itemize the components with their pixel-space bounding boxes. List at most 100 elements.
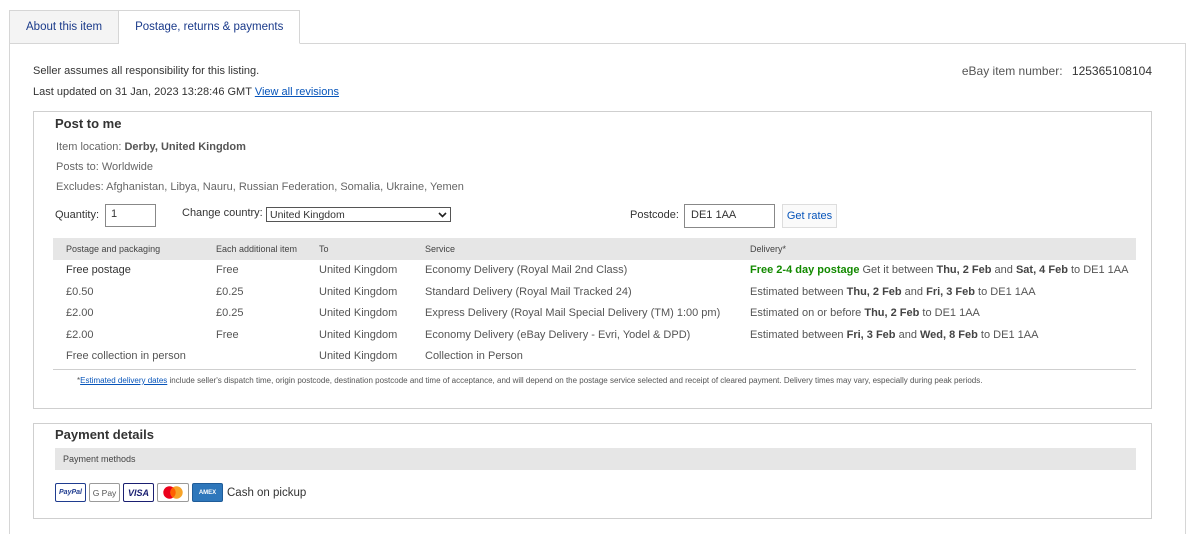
cell-additional: Free bbox=[216, 328, 239, 341]
cell-delivery: Estimated between Fri, 3 Feb and Wed, 8 … bbox=[750, 329, 1038, 341]
cell-service: Economy Delivery (Royal Mail 2nd Class) bbox=[425, 264, 628, 276]
visa-icon: VISA bbox=[123, 483, 154, 502]
item-location-label: Item location: bbox=[56, 141, 122, 153]
post-to-me-title: Post to me bbox=[55, 116, 122, 131]
delivery-date-start: Thu, 2 Feb bbox=[864, 307, 920, 319]
cell-to: United Kingdom bbox=[319, 307, 398, 319]
cell-service: Collection in Person bbox=[425, 350, 523, 362]
cell-service: Economy Delivery (eBay Delivery - Evri, … bbox=[425, 328, 691, 341]
tab-postage-returns-payments[interactable]: Postage, returns & payments bbox=[119, 10, 301, 44]
item-location-value: Derby, United Kingdom bbox=[124, 141, 246, 153]
postage-table: Postage and packaging Each additional it… bbox=[53, 238, 1136, 370]
country-select-value: United Kingdom bbox=[270, 208, 345, 221]
excludes-value: Afghanistan, Libya, Nauru, Russian Feder… bbox=[106, 181, 464, 193]
tab-about-this-item[interactable]: About this item bbox=[9, 10, 120, 44]
cell-cost: Free postage bbox=[66, 264, 131, 276]
delivery-text: to DE1 1AA bbox=[1067, 264, 1129, 276]
item-location: Item location: Derby, United Kingdom bbox=[56, 141, 246, 153]
delivery-text: Estimated between bbox=[750, 285, 847, 298]
delivery-date-start: Fri, 3 Feb bbox=[846, 328, 896, 341]
chevron-down-icon bbox=[438, 211, 447, 218]
postage-table-header: Postage and packaging Each additional it… bbox=[53, 238, 1136, 260]
cell-cost: £2.00 bbox=[66, 307, 94, 319]
header-to: To bbox=[319, 244, 329, 254]
delivery-text: Get it between bbox=[859, 264, 937, 276]
payment-details-title: Payment details bbox=[55, 427, 154, 442]
delivery-text: and bbox=[895, 328, 920, 341]
postcode-input[interactable]: DE1 1AA bbox=[684, 204, 775, 228]
quantity-label: Quantity: bbox=[55, 209, 100, 221]
delivery-text: to DE1 1AA bbox=[977, 328, 1039, 341]
cell-additional: Free bbox=[216, 264, 239, 276]
view-all-revisions-link[interactable]: View all revisions bbox=[255, 86, 339, 98]
cell-delivery: Free 2-4 day postage Get it between Thu,… bbox=[750, 264, 1128, 276]
delivery-text: and bbox=[991, 264, 1016, 276]
country-select[interactable]: United Kingdom bbox=[266, 207, 451, 222]
header-service: Service bbox=[425, 244, 456, 254]
cell-additional: £0.25 bbox=[216, 285, 244, 298]
mastercard-icon bbox=[157, 483, 189, 502]
payment-details-section: Payment details Payment methods PayPal G… bbox=[33, 423, 1152, 519]
post-to-me-section: Post to me Item location: Derby, United … bbox=[33, 111, 1152, 409]
payment-methods-header-label: Payment methods bbox=[63, 454, 136, 464]
payment-methods-header: Payment methods bbox=[55, 448, 1136, 470]
delivery-text: and bbox=[901, 285, 927, 298]
footnote-text: include seller's dispatch time, origin p… bbox=[167, 376, 983, 385]
mastercard-circles-icon bbox=[163, 486, 183, 499]
google-pay-icon: G Pay bbox=[89, 483, 120, 502]
posts-to: Posts to: Worldwide bbox=[56, 161, 153, 173]
delivery-date-end: Wed, 8 Feb bbox=[920, 328, 978, 341]
table-row: Free postage Free United Kingdom Economy… bbox=[53, 260, 1136, 282]
table-row: Free collection in person United Kingdom… bbox=[53, 346, 1136, 368]
cell-additional: £0.25 bbox=[216, 307, 244, 319]
delivery-date-start: Thu, 2 Feb bbox=[936, 264, 992, 276]
cell-to: United Kingdom bbox=[319, 264, 398, 276]
table-row: £2.00 Free United Kingdom Economy Delive… bbox=[53, 325, 1136, 347]
table-row: £2.00 £0.25 United Kingdom Express Deliv… bbox=[53, 303, 1136, 325]
cell-to: United Kingdom bbox=[319, 328, 398, 341]
seller-responsibility-text: Seller assumes all responsibility for th… bbox=[33, 65, 260, 77]
cell-cost: Free collection in person bbox=[66, 350, 186, 362]
delivery-date-start: Thu, 2 Feb bbox=[846, 285, 902, 298]
delivery-text: Estimated on or before bbox=[750, 307, 865, 319]
table-row: £0.50 £0.25 United Kingdom Standard Deli… bbox=[53, 282, 1136, 304]
delivery-text: Estimated between bbox=[750, 328, 847, 341]
item-number-label: eBay item number: bbox=[961, 64, 1063, 78]
paypal-icon: PayPal bbox=[55, 483, 86, 502]
delivery-text: to DE1 1AA bbox=[975, 285, 1036, 298]
estimated-delivery-dates-link[interactable]: Estimated delivery dates bbox=[80, 376, 167, 385]
cell-cost: £0.50 bbox=[66, 285, 94, 298]
excludes: Excludes: Afghanistan, Libya, Nauru, Rus… bbox=[56, 181, 464, 193]
quantity-input[interactable]: 1 bbox=[105, 204, 156, 227]
posts-to-value: Worldwide bbox=[101, 161, 154, 173]
header-each-additional-item: Each additional item bbox=[216, 244, 298, 254]
cell-delivery: Estimated between Thu, 2 Feb and Fri, 3 … bbox=[750, 286, 1036, 298]
postcode-label: Postcode: bbox=[630, 209, 679, 221]
change-country-label: Change country: bbox=[182, 207, 263, 219]
cell-service: Express Delivery (Royal Mail Special Del… bbox=[425, 307, 721, 319]
cell-to: United Kingdom bbox=[319, 350, 398, 362]
cash-on-pickup-text: Cash on pickup bbox=[227, 486, 307, 499]
header-postage-and-packaging: Postage and packaging bbox=[66, 244, 161, 254]
cell-service: Standard Delivery (Royal Mail Tracked 24… bbox=[425, 285, 632, 298]
item-number-value: 125365108104 bbox=[1071, 64, 1152, 78]
amex-icon: AMEX bbox=[192, 483, 223, 502]
delivery-text: to DE1 1AA bbox=[919, 307, 980, 319]
header-delivery: Delivery* bbox=[750, 244, 787, 254]
delivery-date-end: Sat, 4 Feb bbox=[1015, 264, 1068, 276]
table-divider bbox=[53, 368, 1136, 370]
posts-to-label: Posts to: bbox=[56, 161, 99, 173]
cell-delivery: Estimated on or before Thu, 2 Feb to DE1… bbox=[750, 307, 980, 319]
tab-bar: About this item Postage, returns & payme… bbox=[9, 10, 301, 44]
last-updated-line: Last updated on 31 Jan, 2023 13:28:46 GM… bbox=[33, 86, 339, 98]
last-updated-text: Last updated on 31 Jan, 2023 13:28:46 GM… bbox=[33, 86, 252, 98]
item-number: eBay item number: 125365108104 bbox=[962, 64, 1152, 78]
payment-methods-list: PayPal G Pay VISA AMEX Cash on pickup bbox=[55, 483, 306, 502]
cell-to: United Kingdom bbox=[319, 285, 398, 298]
delivery-footnote: *Estimated delivery dates include seller… bbox=[77, 376, 982, 385]
free-postage-highlight: Free 2-4 day postage bbox=[750, 264, 860, 276]
delivery-date-end: Fri, 3 Feb bbox=[926, 285, 975, 298]
get-rates-button[interactable]: Get rates bbox=[782, 204, 837, 228]
cell-cost: £2.00 bbox=[66, 328, 94, 341]
excludes-label: Excludes: bbox=[56, 181, 104, 193]
